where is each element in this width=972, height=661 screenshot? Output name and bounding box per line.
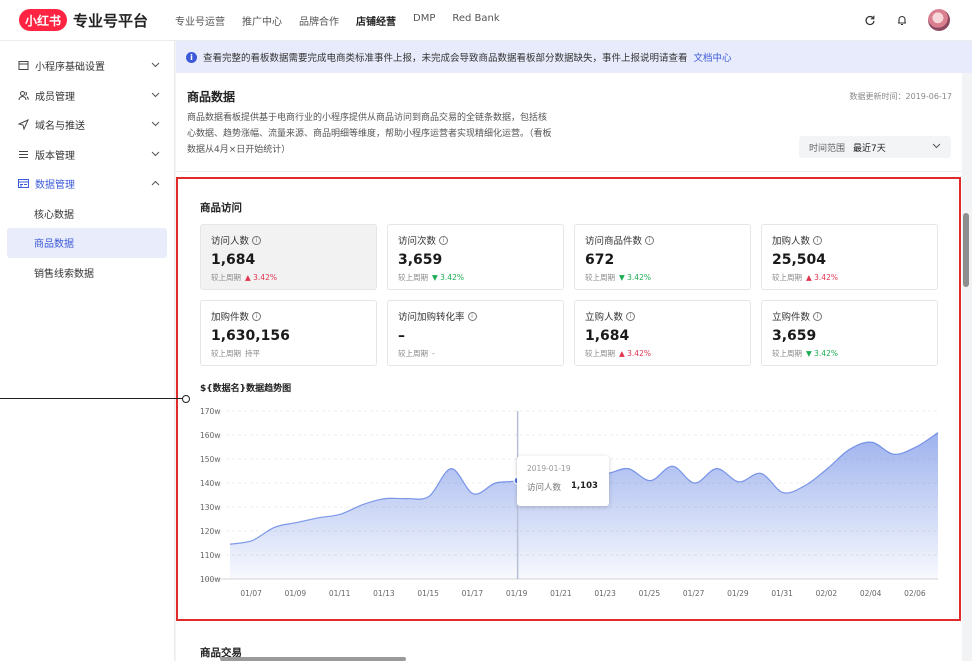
callout-dot <box>182 395 190 403</box>
highlight-frame <box>176 177 961 621</box>
horizontal-scrollbar[interactable] <box>220 657 406 661</box>
vertical-scrollbar[interactable] <box>963 213 969 287</box>
callout-line <box>0 398 185 399</box>
